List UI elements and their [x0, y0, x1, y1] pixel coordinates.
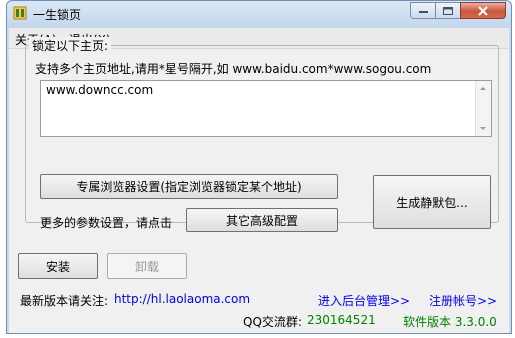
homepage-link[interactable]: http://hl.laolaoma.com — [114, 292, 250, 306]
maximize-button[interactable] — [435, 2, 461, 19]
generate-silent-package-button[interactable]: 生成静默包... — [373, 175, 491, 229]
app-icon — [13, 6, 27, 20]
qq-group-label: QQ交流群: — [243, 315, 302, 329]
minimize-icon — [418, 10, 428, 13]
browser-settings-button[interactable]: 专属浏览器设置(指定浏览器锁定某个地址) — [40, 174, 338, 199]
title-bar[interactable]: 一生锁页 — [7, 1, 511, 28]
close-button[interactable] — [460, 2, 506, 19]
group-legend: 锁定以下主页: — [29, 37, 112, 54]
register-link[interactable]: 注册帐号>> — [429, 292, 497, 309]
app-window: 一生锁页 关于(A) 退出(X) 锁定以下主页: 支持多个主页地址,请用*星号隔… — [6, 0, 512, 334]
install-button[interactable]: 安装 — [18, 253, 98, 279]
follow-label: 最新版本请关注: — [20, 294, 109, 308]
software-version: 软件版本 3.3.0.0 — [403, 315, 497, 329]
window-title: 一生锁页 — [33, 8, 82, 22]
qq-group-number: 230164521 — [307, 313, 376, 327]
close-icon — [478, 5, 488, 16]
scroll-down-icon[interactable] — [480, 127, 486, 130]
multi-url-hint: 支持多个主页地址,请用*星号隔开,如 www.baidu.com*www.sog… — [35, 62, 432, 76]
advanced-config-button[interactable]: 其它高级配置 — [186, 208, 338, 232]
textarea-scrollbar[interactable] — [475, 81, 491, 136]
admin-link[interactable]: 进入后台管理>> — [318, 292, 410, 309]
more-params-label: 更多的参数设置，请点击 — [40, 216, 173, 230]
homepage-urls-value: www.downcc.com — [46, 83, 154, 97]
minimize-button[interactable] — [410, 2, 436, 19]
scroll-up-icon[interactable] — [480, 87, 486, 90]
uninstall-button[interactable]: 卸载 — [107, 253, 187, 279]
maximize-icon — [443, 6, 453, 15]
homepage-urls-textarea[interactable]: www.downcc.com — [40, 80, 492, 137]
